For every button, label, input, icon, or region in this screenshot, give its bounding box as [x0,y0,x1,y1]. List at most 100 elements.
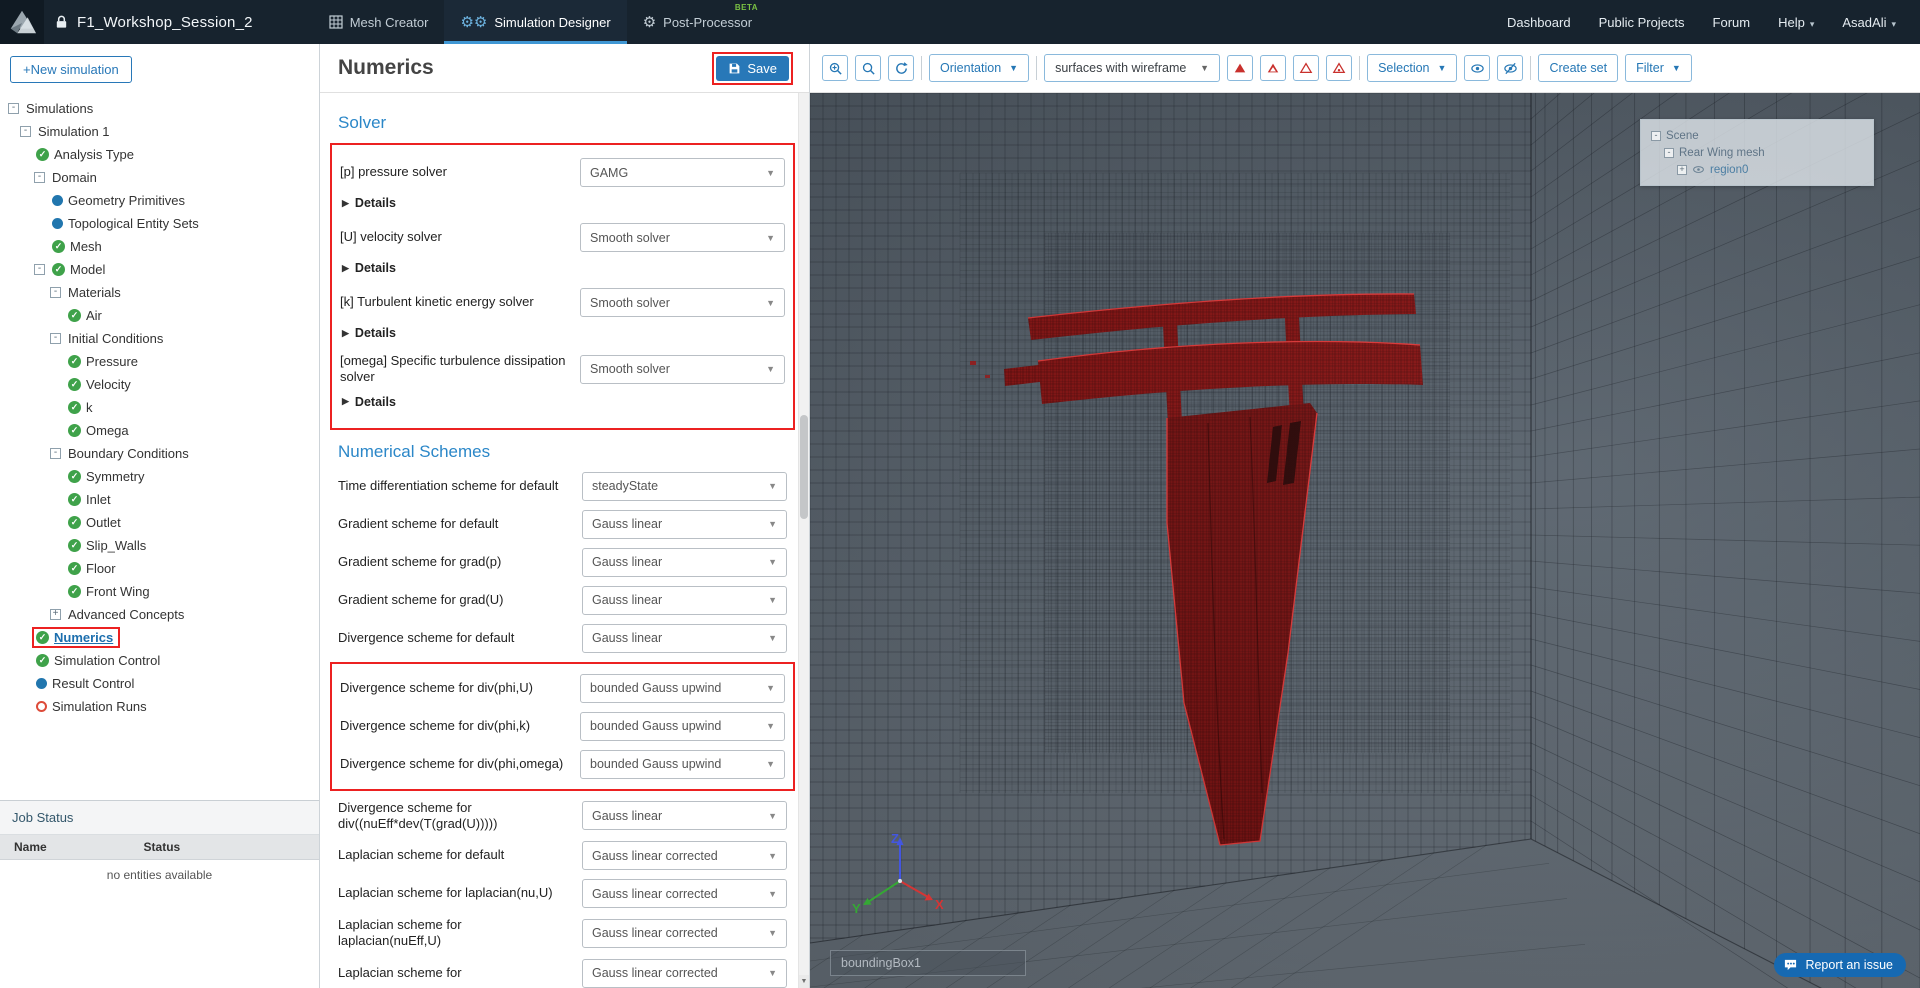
tree-item[interactable]: Outlet [0,511,319,534]
scene-tree-item-region0[interactable]: + region0 [1651,161,1863,178]
tree-item[interactable]: Floor [0,557,319,580]
scheme-select[interactable]: steadyState ▼ [582,472,787,501]
clip-reset-button[interactable] [1326,55,1352,81]
tab-simulation-designer[interactable]: ⚙⚙ Simulation Designer [444,0,626,44]
solver-select[interactable]: Smooth solver ▼ [580,223,785,252]
tree-expander-icon[interactable]: + [1677,165,1687,175]
tree-expander-icon[interactable] [50,448,61,459]
tree-expander-icon[interactable] [8,103,19,114]
scene-tree-item-scene[interactable]: - Scene [1651,127,1863,144]
tab-post-processor[interactable]: BETA ⚙ Post-Processor [627,0,768,44]
scene-tree-item-rear-wing-mesh[interactable]: - Rear Wing mesh [1651,144,1863,161]
app-logo[interactable] [0,0,44,44]
new-simulation-button[interactable]: +New simulation [10,56,132,83]
tree-item[interactable]: Omega [0,419,319,442]
tree-item[interactable]: Advanced Concepts [0,603,319,626]
numerics-form: Solver [p] pressure solver GAMG ▼ [320,93,809,988]
chevron-down-icon: ▼ [768,557,777,567]
solver-select[interactable]: Smooth solver ▼ [580,355,785,384]
tree-expander-icon[interactable]: - [1664,148,1674,158]
tree-expander-icon[interactable] [20,126,31,137]
scheme-select[interactable]: bounded Gauss upwind ▼ [580,712,785,741]
tree-item[interactable]: Analysis Type [0,143,319,166]
tree-item[interactable]: Model [0,258,319,281]
tree-item[interactable]: Front Wing [0,580,319,603]
details-toggle[interactable]: ▶ Details [342,395,785,409]
render-mode-select[interactable]: surfaces with wireframe ▼ [1044,54,1220,82]
scheme-select[interactable]: Gauss linear corrected ▼ [582,841,787,870]
tree-item[interactable]: Domain [0,166,319,189]
details-toggle[interactable]: ▶ Details [342,326,785,340]
top-nav-item[interactable]: Dashboard [1507,15,1571,30]
tree-item[interactable]: Velocity [0,373,319,396]
tree-item[interactable]: Geometry Primitives [0,189,319,212]
tree-item[interactable]: k [0,396,319,419]
tree-item[interactable]: Simulation 1 [0,120,319,143]
tree-item[interactable]: Pressure [0,350,319,373]
tree-expander-icon[interactable] [50,287,61,298]
tree-item[interactable]: Mesh [0,235,319,258]
scheme-select[interactable]: Gauss linear ▼ [582,801,787,830]
top-nav-item[interactable]: Public Projects [1599,15,1685,30]
scrollbar-thumb[interactable] [800,415,808,519]
filter-dropdown[interactable]: Filter ▼ [1625,54,1692,82]
orientation-dropdown[interactable]: Orientation ▼ [929,54,1029,82]
scheme-select[interactable]: Gauss linear ▼ [582,510,787,539]
report-issue-button[interactable]: Report an issue [1774,953,1906,977]
create-set-button[interactable]: Create set [1538,54,1618,82]
scheme-select[interactable]: Gauss linear ▼ [582,548,787,577]
scrollbar-down-arrow[interactable]: ▼ [799,975,809,988]
scheme-select[interactable]: bounded Gauss upwind ▼ [580,674,785,703]
clip-show-selected-button[interactable] [1260,55,1286,81]
3d-scene-canvas[interactable] [810,93,1920,988]
zoom-window-button[interactable] [822,55,848,81]
scheme-select[interactable]: Gauss linear corrected ▼ [582,959,787,988]
tree-item[interactable]: Topological Entity Sets [0,212,319,235]
eye-icon[interactable] [1692,164,1705,175]
bounding-box-field[interactable]: boundingBox1 [830,950,1026,976]
tree-item-label: Symmetry [86,469,145,484]
solver-select[interactable]: GAMG ▼ [580,158,785,187]
clip-hide-selected-button[interactable] [1227,55,1253,81]
tree-item[interactable]: Initial Conditions [0,327,319,350]
tree-item[interactable]: Numerics [0,626,319,649]
solver-select[interactable]: Smooth solver ▼ [580,288,785,317]
selection-dropdown[interactable]: Selection ▼ [1367,54,1457,82]
tree-item[interactable]: Symmetry [0,465,319,488]
selection-label: Selection [1378,61,1429,75]
clip-invert-button[interactable] [1293,55,1319,81]
scheme-select[interactable]: Gauss linear corrected ▼ [582,879,787,908]
details-toggle[interactable]: ▶ Details [342,261,785,275]
scheme-select[interactable]: bounded Gauss upwind ▼ [580,750,785,779]
reset-view-button[interactable] [888,55,914,81]
tree-item[interactable]: Air [0,304,319,327]
tree-item[interactable]: Result Control [0,672,319,695]
tab-mesh-creator[interactable]: Mesh Creator [313,0,445,44]
3d-scene[interactable]: - Scene - Rear Wing mesh + region0 [810,93,1920,988]
scheme-select[interactable]: Gauss linear corrected ▼ [582,919,787,948]
scheme-select[interactable]: Gauss linear ▼ [582,624,787,653]
tree-expander-icon[interactable] [34,172,45,183]
job-status-title: Job Status [0,801,319,835]
tree-expander-icon[interactable] [34,264,45,275]
hide-entities-button[interactable] [1497,55,1523,81]
tree-item[interactable]: Inlet [0,488,319,511]
details-toggle[interactable]: ▶ Details [342,196,785,210]
tree-expander-icon[interactable] [50,609,61,620]
top-nav-item[interactable]: AsadAli [1842,15,1896,30]
zoom-fit-button[interactable] [855,55,881,81]
save-button[interactable]: Save [716,56,789,81]
tree-expander-icon[interactable] [50,333,61,344]
panel-scrollbar[interactable]: ▼ [798,93,809,988]
tree-item[interactable]: Simulation Control [0,649,319,672]
show-entities-button[interactable] [1464,55,1490,81]
tree-item[interactable]: Boundary Conditions [0,442,319,465]
top-nav-item[interactable]: Help [1778,15,1814,30]
tree-item[interactable]: Materials [0,281,319,304]
tree-item[interactable]: Simulation Runs [0,695,319,718]
tree-item[interactable]: Slip_Walls [0,534,319,557]
scheme-select[interactable]: Gauss linear ▼ [582,586,787,615]
tree-expander-icon[interactable]: - [1651,131,1661,141]
tree-item[interactable]: Simulations [0,97,319,120]
top-nav-item[interactable]: Forum [1713,15,1751,30]
